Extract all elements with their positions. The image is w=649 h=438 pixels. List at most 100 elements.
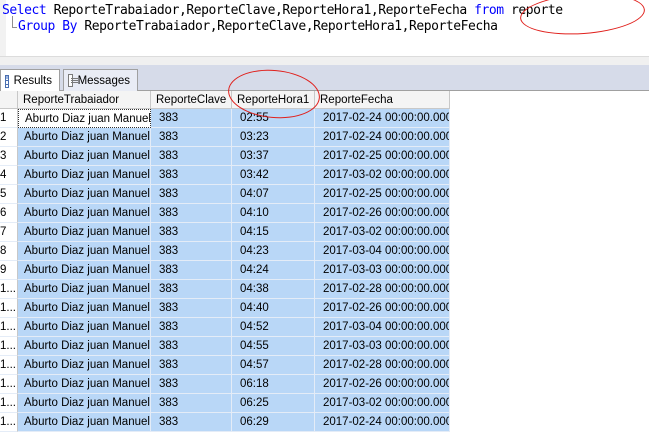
tab-results[interactable]: Results bbox=[0, 69, 60, 92]
cell-hora[interactable]: 04:24 bbox=[232, 261, 315, 280]
cell-trabajador[interactable]: Aburto Diaz juan Manuel bbox=[18, 299, 151, 318]
cell-fecha[interactable]: 2017-02-24 00:00:00.000 bbox=[315, 109, 450, 128]
cell-fecha[interactable]: 2017-02-28 00:00:00.000 bbox=[315, 280, 450, 299]
row-number[interactable]: 4 bbox=[0, 166, 18, 185]
cell-clave[interactable]: 383 bbox=[151, 375, 232, 394]
cell-hora[interactable]: 04:57 bbox=[232, 356, 315, 375]
code-line-group-by[interactable]: Group By ReporteTrabaiador,ReporteClave,… bbox=[18, 18, 498, 36]
cell-clave[interactable]: 383 bbox=[151, 318, 232, 337]
table-row[interactable]: 1... Aburto Diaz juan Manuel 383 06:18 2017-… bbox=[0, 375, 450, 394]
row-number[interactable]: 1... bbox=[0, 394, 18, 413]
cell-hora[interactable]: 03:23 bbox=[232, 128, 315, 147]
cell-hora[interactable]: 03:42 bbox=[232, 166, 315, 185]
cell-hora[interactable]: 04:38 bbox=[232, 280, 315, 299]
cell-fecha[interactable]: 2017-02-24 00:00:00.000 bbox=[315, 413, 450, 432]
cell-fecha[interactable]: 2017-02-24 00:00:00.000 bbox=[315, 128, 450, 147]
table-row[interactable]: 2 Aburto Diaz juan Manuel 383 03:23 2017-02-… bbox=[0, 128, 450, 147]
table-row[interactable]: 9 Aburto Diaz juan Manuel 383 04:24 2017-03-… bbox=[0, 261, 450, 280]
table-row[interactable]: 3 Aburto Diaz juan Manuel 383 03:37 2017-02-… bbox=[0, 147, 450, 166]
cell-clave[interactable]: 383 bbox=[151, 147, 232, 166]
cell-fecha[interactable]: 2017-03-03 00:00:00.000 bbox=[315, 337, 450, 356]
table-row[interactable]: 1... Aburto Diaz juan Manuel 383 04:57 2017-… bbox=[0, 356, 450, 375]
cell-fecha[interactable]: 2017-03-03 00:00:00.000 bbox=[315, 261, 450, 280]
cell-clave[interactable]: 383 bbox=[151, 185, 232, 204]
table-row[interactable]: 1... Aburto Diaz juan Manuel 383 04:38 2017-… bbox=[0, 280, 450, 299]
row-number[interactable]: 1... bbox=[0, 375, 18, 394]
cell-clave[interactable]: 383 bbox=[151, 128, 232, 147]
cell-clave[interactable]: 383 bbox=[151, 356, 232, 375]
cell-trabajador[interactable]: Aburto Diaz juan Manuel bbox=[18, 185, 151, 204]
table-row[interactable]: 6 Aburto Diaz juan Manuel 383 04:10 2017-02-… bbox=[0, 204, 450, 223]
table-row[interactable]: 1... Aburto Diaz juan Manuel 383 06:29 2017-… bbox=[0, 413, 450, 432]
cell-fecha[interactable]: 2017-02-25 00:00:00.000 bbox=[315, 185, 450, 204]
table-row[interactable]: 1... Aburto Diaz juan Manuel 383 04:55 2017-… bbox=[0, 337, 450, 356]
cell-clave[interactable]: 383 bbox=[151, 280, 232, 299]
cell-hora[interactable]: 02:55 bbox=[232, 109, 315, 128]
table-row[interactable]: 4 Aburto Diaz juan Manuel 383 03:42 2017-03-… bbox=[0, 166, 450, 185]
row-number[interactable]: 1... bbox=[0, 413, 18, 432]
cell-fecha[interactable]: 2017-03-04 00:00:00.000 bbox=[315, 318, 450, 337]
cell-hora[interactable]: 04:52 bbox=[232, 318, 315, 337]
cell-trabajador[interactable]: Aburto Diaz juan Manuel bbox=[18, 356, 151, 375]
table-row[interactable]: 1... Aburto Diaz juan Manuel 383 04:40 2017-… bbox=[0, 299, 450, 318]
cell-fecha[interactable]: 2017-03-02 00:00:00.000 bbox=[315, 394, 450, 413]
cell-clave[interactable]: 383 bbox=[151, 413, 232, 432]
cell-trabajador[interactable]: Aburto Diaz juan Manuel bbox=[18, 109, 151, 128]
row-number[interactable]: 7 bbox=[0, 223, 18, 242]
row-number[interactable]: 1... bbox=[0, 318, 18, 337]
cell-fecha[interactable]: 2017-02-26 00:00:00.000 bbox=[315, 375, 450, 394]
row-number[interactable]: 1... bbox=[0, 356, 18, 375]
cell-clave[interactable]: 383 bbox=[151, 261, 232, 280]
cell-clave[interactable]: 383 bbox=[151, 109, 232, 128]
row-number[interactable]: 8 bbox=[0, 242, 18, 261]
cell-trabajador[interactable]: Aburto Diaz juan Manuel bbox=[18, 242, 151, 261]
cell-hora[interactable]: 04:15 bbox=[232, 223, 315, 242]
row-number[interactable]: 1... bbox=[0, 337, 18, 356]
column-header-hora[interactable]: ReporteHora1 bbox=[232, 91, 315, 109]
cell-clave[interactable]: 383 bbox=[151, 204, 232, 223]
cell-fecha[interactable]: 2017-02-26 00:00:00.000 bbox=[315, 299, 450, 318]
table-row[interactable]: 1... Aburto Diaz juan Manuel 383 04:52 2017-… bbox=[0, 318, 450, 337]
cell-trabajador[interactable]: Aburto Diaz juan Manuel bbox=[18, 204, 151, 223]
column-header-trabajador[interactable]: ReporteTrabaiador bbox=[18, 91, 151, 109]
table-row[interactable]: 1... Aburto Diaz juan Manuel 383 06:25 2017-… bbox=[0, 394, 450, 413]
row-number-header[interactable] bbox=[0, 91, 18, 109]
cell-hora[interactable]: 04:07 bbox=[232, 185, 315, 204]
cell-hora[interactable]: 03:37 bbox=[232, 147, 315, 166]
row-number[interactable]: 1 bbox=[0, 109, 18, 128]
tab-messages[interactable]: Messages bbox=[63, 69, 138, 91]
cell-clave[interactable]: 383 bbox=[151, 299, 232, 318]
cell-hora[interactable]: 06:18 bbox=[232, 375, 315, 394]
table-row[interactable]: 5 Aburto Diaz juan Manuel 383 04:07 2017-02-… bbox=[0, 185, 450, 204]
cell-trabajador[interactable]: Aburto Diaz juan Manuel bbox=[18, 413, 151, 432]
cell-trabajador[interactable]: Aburto Diaz juan Manuel bbox=[18, 337, 151, 356]
column-header-clave[interactable]: ReporteClave bbox=[151, 91, 232, 109]
cell-clave[interactable]: 383 bbox=[151, 337, 232, 356]
cell-fecha[interactable]: 2017-02-28 00:00:00.000 bbox=[315, 356, 450, 375]
table-row[interactable]: 1 Aburto Diaz juan Manuel 383 02:55 2017-02-… bbox=[0, 109, 450, 128]
cell-fecha[interactable]: 2017-03-02 00:00:00.000 bbox=[315, 166, 450, 185]
cell-trabajador[interactable]: Aburto Diaz juan Manuel bbox=[18, 318, 151, 337]
cell-fecha[interactable]: 2017-02-26 00:00:00.000 bbox=[315, 204, 450, 223]
editor-horizontal-scrollbar[interactable] bbox=[0, 56, 649, 65]
cell-hora[interactable]: 06:25 bbox=[232, 394, 315, 413]
cell-clave[interactable]: 383 bbox=[151, 223, 232, 242]
table-row[interactable]: 7 Aburto Diaz juan Manuel 383 04:15 2017-03-… bbox=[0, 223, 450, 242]
cell-clave[interactable]: 383 bbox=[151, 394, 232, 413]
row-number[interactable]: 2 bbox=[0, 128, 18, 147]
cell-clave[interactable]: 383 bbox=[151, 166, 232, 185]
cell-trabajador[interactable]: Aburto Diaz juan Manuel bbox=[18, 223, 151, 242]
cell-trabajador[interactable]: Aburto Diaz juan Manuel bbox=[18, 128, 151, 147]
row-number[interactable]: 3 bbox=[0, 147, 18, 166]
row-number[interactable]: 1... bbox=[0, 299, 18, 318]
cell-trabajador[interactable]: Aburto Diaz juan Manuel bbox=[18, 394, 151, 413]
cell-hora[interactable]: 04:23 bbox=[232, 242, 315, 261]
cell-trabajador[interactable]: Aburto Diaz juan Manuel bbox=[18, 280, 151, 299]
cell-trabajador[interactable]: Aburto Diaz juan Manuel bbox=[18, 147, 151, 166]
row-number[interactable]: 5 bbox=[0, 185, 18, 204]
column-header-fecha[interactable]: ReporteFecha bbox=[315, 91, 450, 109]
cell-hora[interactable]: 06:29 bbox=[232, 413, 315, 432]
cell-fecha[interactable]: 2017-02-25 00:00:00.000 bbox=[315, 147, 450, 166]
cell-clave[interactable]: 383 bbox=[151, 242, 232, 261]
sql-editor[interactable]: Select ReporteTrabaiador,ReporteClave,Re… bbox=[0, 0, 649, 64]
